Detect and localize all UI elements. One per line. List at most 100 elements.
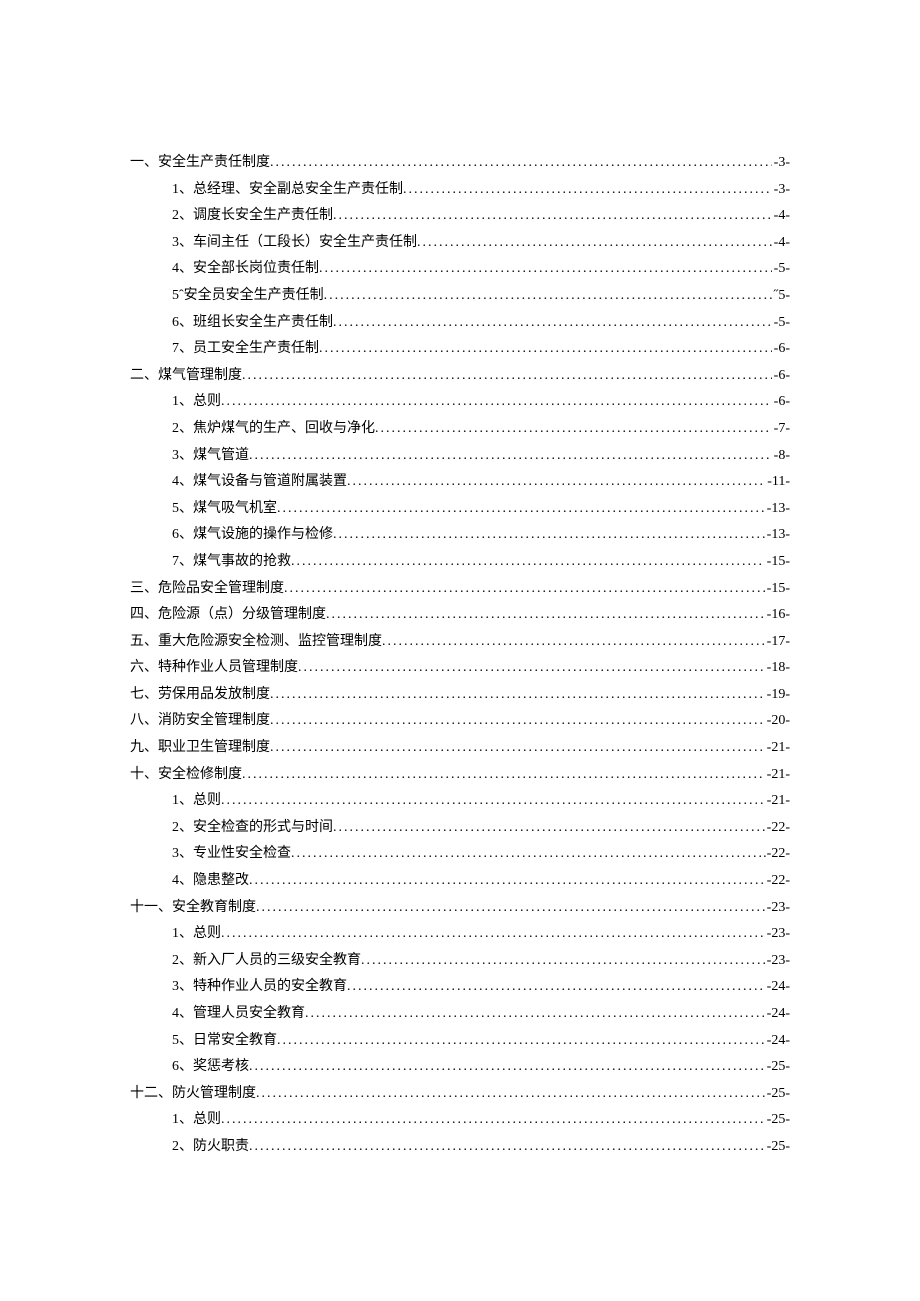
toc-entry: 八、消防安全管理制度-20- — [130, 708, 790, 735]
toc-entry-page: -24- — [765, 1028, 790, 1055]
toc-entry-label: 5ˆ安全员安全生产责任制 — [172, 283, 324, 310]
toc-entry: 六、特种作业人员管理制度 -18- — [130, 655, 790, 682]
toc-entry: 1、总则 -6- — [130, 389, 790, 416]
toc-dot-leader — [324, 283, 772, 310]
toc-entry-label: 7、员工安全生产责任制 — [172, 336, 319, 363]
toc-entry-page: -4- — [772, 203, 790, 230]
toc-dot-leader — [305, 1001, 765, 1028]
toc-entry-label: 4、管理人员安全教育 — [172, 1001, 305, 1028]
toc-dot-leader — [347, 974, 765, 1001]
toc-dot-leader — [333, 815, 765, 842]
toc-entry-page: -23- — [765, 948, 790, 975]
toc-entry-page: -17- — [765, 629, 790, 656]
toc-dot-leader — [249, 1134, 765, 1161]
toc-entry-page: -20- — [765, 708, 790, 735]
toc-entry-label: 2、安全检查的形式与时间 — [172, 815, 333, 842]
toc-dot-leader — [256, 895, 765, 922]
toc-dot-leader — [333, 522, 765, 549]
toc-entry-page: -3- — [772, 177, 790, 204]
toc-entry: 十二、防火管理制度 -25- — [130, 1081, 790, 1108]
toc-entry-page: -19- — [765, 682, 790, 709]
toc-entry-label: 二、煤气管理制度 — [130, 363, 242, 390]
toc-entry-label: 2、新入厂人员的三级安全教育 — [172, 948, 361, 975]
table-of-contents: 一、安全生产责任制度 -3-1、总经理、安全副总安全生产责任制-3-2、调度长安全… — [130, 150, 790, 1161]
toc-entry: 三、危险品安全管理制度-15- — [130, 576, 790, 603]
toc-entry-page: -21- — [765, 735, 790, 762]
toc-entry-page: -23- — [765, 895, 790, 922]
toc-entry: 5、煤气吸气机室-13- — [130, 496, 790, 523]
toc-entry: 七、劳保用品发放制度 -19- — [130, 682, 790, 709]
toc-entry-page: -5- — [772, 310, 790, 337]
toc-entry: 1、总则 -21- — [130, 788, 790, 815]
toc-dot-leader — [319, 256, 772, 283]
toc-dot-leader — [249, 868, 765, 895]
toc-dot-leader — [221, 389, 772, 416]
toc-entry-label: 2、焦炉煤气的生产、回收与净化 — [172, 416, 375, 443]
toc-entry: 1、总经理、安全副总安全生产责任制-3- — [130, 177, 790, 204]
toc-entry-page: -11- — [765, 469, 790, 496]
toc-dot-leader — [326, 602, 765, 629]
toc-entry-page: -24- — [765, 974, 790, 1001]
toc-entry-page: -15- — [765, 549, 790, 576]
toc-entry-label: 六、特种作业人员管理制度 — [130, 655, 298, 682]
toc-entry: 2、防火职责-25- — [130, 1134, 790, 1161]
toc-entry-page: -6- — [772, 389, 790, 416]
toc-entry-label: 十二、防火管理制度 — [130, 1081, 256, 1108]
toc-entry: 3、煤气管道-8- — [130, 443, 790, 470]
toc-entry-label: 九、职业卫生管理制度 — [130, 735, 270, 762]
toc-dot-leader — [270, 150, 772, 177]
toc-entry: 5ˆ安全员安全生产责任制 ˝5- — [130, 283, 790, 310]
toc-entry-page: -25- — [765, 1081, 790, 1108]
toc-dot-leader — [221, 921, 765, 948]
toc-dot-leader — [256, 1081, 765, 1108]
toc-dot-leader — [417, 230, 772, 257]
toc-entry-label: 十、安全检修制度 — [130, 762, 242, 789]
toc-entry: 十、安全检修制度-21- — [130, 762, 790, 789]
toc-entry-page: ˝5- — [772, 283, 790, 310]
toc-entry: 7、员工安全生产责任制-6- — [130, 336, 790, 363]
toc-dot-leader — [375, 416, 772, 443]
toc-entry-label: 4、煤气设备与管道附属装置 — [172, 469, 347, 496]
toc-entry-label: 1、总则 — [172, 921, 221, 948]
toc-entry: 3、特种作业人员的安全教育-24- — [130, 974, 790, 1001]
toc-dot-leader — [270, 735, 765, 762]
toc-entry-label: 七、劳保用品发放制度 — [130, 682, 270, 709]
toc-dot-leader — [298, 655, 765, 682]
toc-entry-label: 1、总则 — [172, 389, 221, 416]
toc-entry: 4、安全部长岗位责任制-5- — [130, 256, 790, 283]
toc-entry-page: -13- — [765, 496, 790, 523]
toc-entry-page: -21- — [765, 788, 790, 815]
toc-entry-page: -6- — [772, 363, 790, 390]
toc-entry-page: -18- — [765, 655, 790, 682]
toc-dot-leader — [242, 363, 772, 390]
toc-dot-leader — [277, 496, 765, 523]
toc-entry: 2、调度长安全生产责任制-4- — [130, 203, 790, 230]
toc-entry-page: -5- — [772, 256, 790, 283]
toc-entry: 1、总则-25- — [130, 1107, 790, 1134]
toc-entry: 2、安全检查的形式与时间-22- — [130, 815, 790, 842]
toc-dot-leader — [333, 310, 772, 337]
toc-entry-page: -23- — [765, 921, 790, 948]
toc-entry-page: -7- — [772, 416, 790, 443]
toc-entry: 2、新入厂人员的三级安全教育 -23- — [130, 948, 790, 975]
toc-entry-label: 3、车间主任（工段长）安全生产责任制 — [172, 230, 417, 257]
toc-entry-label: 四、危险源（点）分级管理制度 — [130, 602, 326, 629]
toc-dot-leader — [361, 948, 765, 975]
toc-dot-leader — [291, 549, 765, 576]
toc-entry-page: -3- — [772, 150, 790, 177]
toc-entry: 四、危险源（点）分级管理制度-16- — [130, 602, 790, 629]
toc-dot-leader — [382, 629, 765, 656]
toc-entry-label: 一、安全生产责任制度 — [130, 150, 270, 177]
toc-entry-page: -24- — [765, 1001, 790, 1028]
toc-entry-label: 1、总则 — [172, 788, 221, 815]
toc-entry-page: -22- — [765, 868, 790, 895]
toc-entry: 6、煤气设施的操作与检修-13- — [130, 522, 790, 549]
toc-dot-leader — [270, 682, 765, 709]
toc-entry-page: -4- — [772, 230, 790, 257]
toc-entry: 7、煤气事故的抢救-15- — [130, 549, 790, 576]
toc-dot-leader — [291, 841, 761, 868]
toc-entry: 6、奖惩考核-25- — [130, 1054, 790, 1081]
toc-entry-label: 4、隐患整改 — [172, 868, 249, 895]
toc-entry-label: 1、总则 — [172, 1107, 221, 1134]
toc-entry: 4、管理人员安全教育 -24- — [130, 1001, 790, 1028]
